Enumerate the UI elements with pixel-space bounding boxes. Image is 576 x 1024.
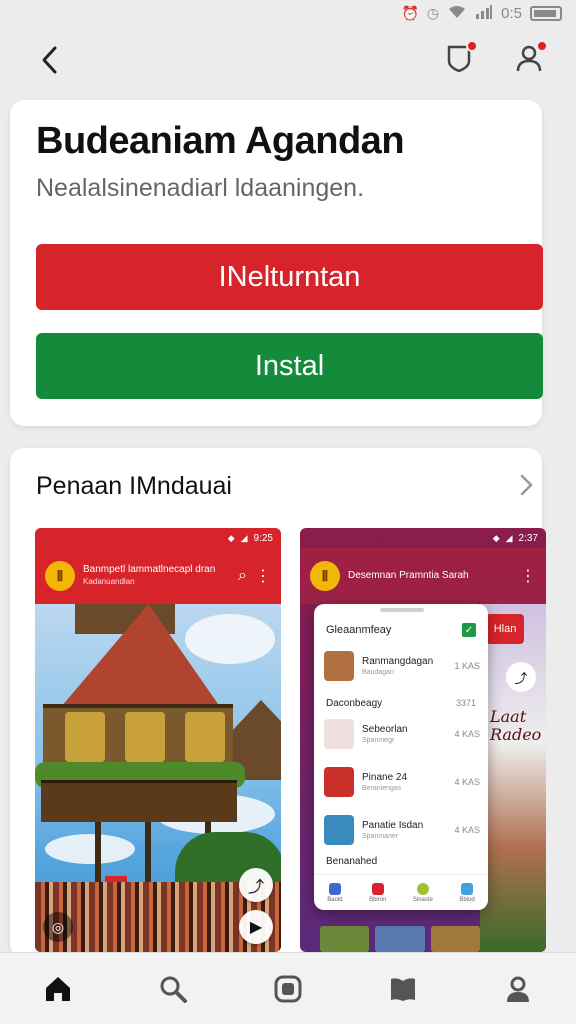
- item-label: Panatie Isdan: [362, 820, 424, 831]
- popup-partial-item: Benanahed: [326, 856, 378, 867]
- more-icon: ⋮: [255, 568, 271, 585]
- alarm-icon: ⏰: [401, 4, 419, 21]
- signal-icon: [475, 4, 493, 22]
- mini-header: ⦀ Desemnan Pramntia Sarah ⋮: [300, 548, 546, 604]
- mini-header-title: Banmpetl lammatlnecapl dran: [83, 564, 216, 575]
- share-icon[interactable]: ⤴: [506, 662, 536, 692]
- home-icon: [45, 976, 70, 1001]
- item-sub: Beraniengas: [362, 785, 402, 792]
- app-logo-icon: ⦀: [45, 561, 75, 591]
- popup-section-meta: 3371: [455, 698, 476, 708]
- item-label: Pinane 24: [362, 772, 408, 783]
- side-action-button[interactable]: Hlan: [486, 614, 524, 644]
- list-item[interactable]: Pinane 24 Beraniengas 4 KAS: [324, 764, 480, 800]
- section-more-button[interactable]: [512, 470, 542, 500]
- list-item[interactable]: Sebeorlan Spanmegr 4 KAS: [324, 716, 480, 752]
- popup-nav-item[interactable]: Bbiod: [459, 882, 475, 903]
- screenshots-card: Penaan IMndauai ◆ ◢ 9:25 ⦀ Banmpetl lamm…: [10, 448, 546, 958]
- popup-bottom-nav: Baold Bbiron Sinaste Bbiod: [314, 874, 488, 910]
- thumbnail: [324, 815, 354, 845]
- app-info-card: Budeaniam Agandan Nealalsinenadiarl ldaa…: [10, 100, 543, 426]
- popup-title: Gleaanmfeay: [326, 624, 392, 636]
- signal-icon: ◢: [240, 532, 248, 543]
- screenshot-2[interactable]: ◆ ◢ 2:37 ⦀ Desemnan Pramntia Sarah ⋮ Hla…: [300, 528, 546, 952]
- list-item[interactable]: Ranmangdagan Baudagan 1 KAS: [324, 648, 480, 684]
- app-logo-icon: ⦀: [310, 561, 340, 591]
- back-icon: [42, 46, 57, 74]
- profile-icon: [507, 976, 530, 1002]
- section-title: Penaan IMndauai: [36, 472, 232, 500]
- search-icon: [160, 976, 187, 1003]
- item-label: Sebeorlan: [362, 724, 408, 735]
- signal-icon: ◢: [505, 532, 513, 543]
- notifications-button[interactable]: [442, 40, 478, 76]
- nav-search[interactable]: [148, 964, 198, 1014]
- thumbnail: [324, 767, 354, 797]
- nav-library[interactable]: [378, 964, 428, 1014]
- wifi-icon: ◆: [227, 532, 235, 543]
- popup-nav-item[interactable]: Baold: [327, 882, 343, 903]
- app-title: Budeaniam Agandan: [36, 120, 405, 162]
- mini-status-time: 2:37: [518, 532, 538, 544]
- mini-header-title: Desemnan Pramntia Sarah: [348, 570, 469, 581]
- thumbnail: [324, 651, 354, 681]
- popup-nav-item[interactable]: Bbiron: [369, 882, 386, 903]
- popup-nav-item[interactable]: Sinaste: [413, 882, 433, 903]
- item-meta: 4 KAS: [454, 825, 480, 835]
- account-badge: [536, 40, 548, 52]
- overlay-text: Laat Radeo: [490, 707, 542, 744]
- drag-handle[interactable]: [380, 608, 424, 612]
- item-meta: 1 KAS: [454, 661, 480, 671]
- item-meta: 4 KAS: [454, 777, 480, 787]
- install-button[interactable]: Instal: [36, 333, 543, 399]
- play-icon[interactable]: ▶: [239, 910, 273, 944]
- mini-status-time: 9:25: [253, 532, 273, 544]
- item-meta: 4 KAS: [454, 729, 480, 739]
- account-button[interactable]: [512, 40, 548, 76]
- wifi-icon: ◆: [492, 532, 500, 543]
- thumbnail: [324, 719, 354, 749]
- status-time: 0:5: [501, 4, 522, 22]
- nav-profile[interactable]: [493, 964, 543, 1014]
- mini-status-bar: ◆ ◢ 9:25: [35, 528, 281, 548]
- location-icon[interactable]: ◎: [43, 912, 73, 942]
- wifi-icon: [447, 4, 467, 22]
- battery-icon: [530, 5, 562, 21]
- mini-header-subtitle: Kadanuandlan: [83, 577, 135, 586]
- app-subtitle: Nealalsinenadiarl ldaaningen.: [36, 174, 365, 202]
- item-sub: Baudagan: [362, 669, 394, 676]
- share-icon[interactable]: ⤴: [239, 868, 273, 902]
- popup-section-label: Daconbeagy: [326, 698, 383, 709]
- back-button[interactable]: [34, 40, 64, 80]
- bottom-thumbnails: [320, 926, 480, 952]
- mini-status-bar: ◆ ◢ 2:37: [300, 528, 546, 548]
- popup-panel: Gleaanmfeay ✓ Ranmangdagan Baudagan 1 KAS…: [314, 604, 488, 910]
- item-sub: Spanmegr: [362, 737, 395, 744]
- item-sub: Spanmaner: [362, 833, 399, 840]
- bottom-nav: [0, 952, 576, 1024]
- search-icon: ⌕: [238, 567, 247, 584]
- list-item[interactable]: Panatie Isdan Spanmaner 4 KAS: [324, 812, 480, 848]
- primary-action-button[interactable]: INelturntan: [36, 244, 543, 310]
- top-bar: [0, 30, 576, 90]
- chevron-right-icon: [520, 474, 533, 496]
- nav-home[interactable]: [33, 964, 83, 1014]
- apps-icon: [274, 975, 302, 1002]
- notification-badge: [466, 40, 478, 52]
- status-bar: ⏰ ◷ 0:5: [0, 0, 576, 26]
- item-label: Ranmangdagan: [362, 656, 434, 667]
- library-icon: [391, 977, 416, 1001]
- mini-header: ⦀ Banmpetl lammatlnecapl dran Kadanuandl…: [35, 548, 281, 604]
- screenshot-1[interactable]: ◆ ◢ 9:25 ⦀ Banmpetl lammatlnecapl dran K…: [35, 528, 281, 952]
- background-scene-image: [480, 604, 546, 952]
- clock-icon: ◷: [426, 4, 440, 21]
- more-icon: ⋮: [520, 568, 536, 585]
- checkbox-icon[interactable]: ✓: [462, 623, 476, 637]
- traditional-house-image: ⤴ ▶ ◎: [35, 604, 281, 952]
- nav-apps[interactable]: [263, 964, 313, 1014]
